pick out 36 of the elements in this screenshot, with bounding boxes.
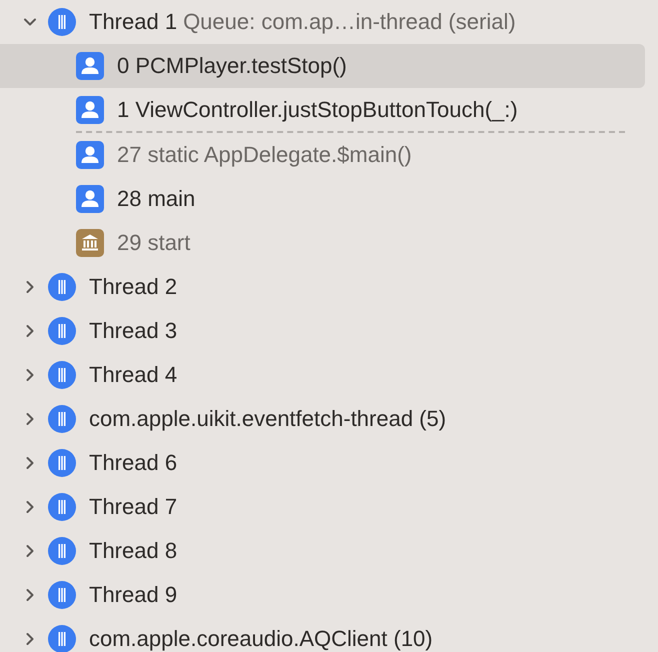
thread-name[interactable]: Thread 4: [89, 362, 178, 388]
thread-name[interactable]: Thread 9: [89, 582, 178, 608]
thread-icon: [48, 581, 76, 609]
thread-name[interactable]: Thread 7: [89, 494, 178, 520]
frame-label: 27 static AppDelegate.$main(): [117, 142, 412, 168]
thread-icon: [48, 8, 76, 36]
stack-frame-row[interactable]: 27 static AppDelegate.$main(): [0, 133, 645, 177]
thread-name[interactable]: Thread 1: [89, 9, 178, 35]
frame-label: 0 PCMPlayer.testStop(): [117, 53, 347, 79]
thread-name[interactable]: Thread 2: [89, 274, 178, 300]
stack-frame-row[interactable]: 29 start: [0, 221, 645, 265]
thread-name[interactable]: Thread 8: [89, 538, 178, 564]
thread-name[interactable]: Thread 3: [89, 318, 178, 344]
person-icon: [76, 52, 104, 80]
thread-icon: [48, 493, 76, 521]
frame-label: 1 ViewController.justStopButtonTouch(_:): [117, 97, 518, 123]
thread-icon: [48, 449, 76, 477]
thread-name[interactable]: com.apple.coreaudio.AQClient (10): [89, 626, 433, 652]
thread-icon: [48, 625, 76, 652]
thread-name[interactable]: Thread 6: [89, 450, 178, 476]
thread-name[interactable]: com.apple.uikit.eventfetch-thread (5): [89, 406, 446, 432]
person-icon: [76, 96, 104, 124]
building-icon: [76, 229, 104, 257]
stack-frame-row[interactable]: 1 ViewController.justStopButtonTouch(_:): [0, 88, 645, 132]
thread-icon: [48, 317, 76, 345]
thread-icon: [48, 273, 76, 301]
stack-frame-row[interactable]: 0 PCMPlayer.testStop(): [0, 44, 645, 88]
thread-icon: [48, 537, 76, 565]
frame-label: 29 start: [117, 230, 190, 256]
queue-label: Queue: com.ap…in-thread (serial): [183, 9, 516, 35]
stack-frame-row[interactable]: 28 main: [0, 177, 645, 221]
frame-label: 28 main: [117, 186, 196, 212]
person-icon: [76, 185, 104, 213]
person-icon: [76, 141, 104, 169]
thread-icon: [48, 405, 76, 433]
thread-icon: [48, 361, 76, 389]
